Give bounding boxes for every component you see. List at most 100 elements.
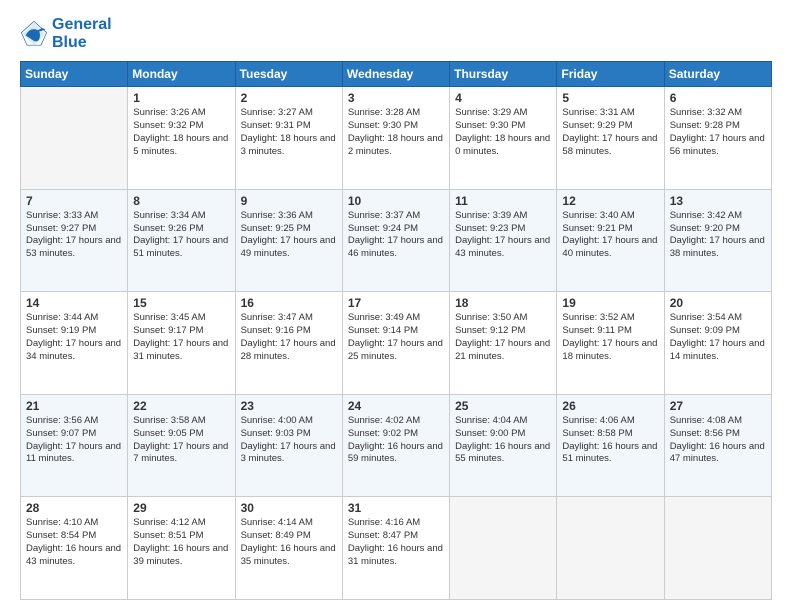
weekday-header-friday: Friday bbox=[557, 62, 664, 87]
day-number: 22 bbox=[133, 399, 229, 413]
day-info: Sunrise: 3:44 AM Sunset: 9:19 PM Dayligh… bbox=[26, 312, 122, 363]
calendar-cell: 21 Sunrise: 3:56 AM Sunset: 9:07 PM Dayli… bbox=[21, 394, 128, 497]
day-info: Sunrise: 4:02 AM Sunset: 9:02 PM Dayligh… bbox=[348, 415, 444, 466]
calendar-cell bbox=[557, 497, 664, 600]
day-number: 11 bbox=[455, 194, 551, 208]
day-info: Sunrise: 3:32 AM Sunset: 9:28 PM Dayligh… bbox=[670, 107, 766, 158]
calendar-cell: 3 Sunrise: 3:28 AM Sunset: 9:30 PM Daylig… bbox=[342, 87, 449, 190]
weekday-header-sunday: Sunday bbox=[21, 62, 128, 87]
calendar-cell: 6 Sunrise: 3:32 AM Sunset: 9:28 PM Daylig… bbox=[664, 87, 771, 190]
calendar-cell: 13 Sunrise: 3:42 AM Sunset: 9:20 PM Dayli… bbox=[664, 189, 771, 292]
calendar-cell: 11Sunrise: 3:39 AM Sunset: 9:23 PM Dayli… bbox=[450, 189, 557, 292]
day-number: 15 bbox=[133, 296, 229, 310]
day-number: 25 bbox=[455, 399, 551, 413]
day-info: Sunrise: 3:29 AM Sunset: 9:30 PM Dayligh… bbox=[455, 107, 551, 158]
day-number: 27 bbox=[670, 399, 766, 413]
day-info: Sunrise: 3:37 AM Sunset: 9:24 PM Dayligh… bbox=[348, 210, 444, 261]
calendar-cell: 27 Sunrise: 4:08 AM Sunset: 8:56 PM Dayli… bbox=[664, 394, 771, 497]
day-info: Sunrise: 4:00 AM Sunset: 9:03 PM Dayligh… bbox=[241, 415, 337, 466]
calendar-cell: 22 Sunrise: 3:58 AM Sunset: 9:05 PM Dayli… bbox=[128, 394, 235, 497]
day-number: 1 bbox=[133, 91, 229, 105]
day-number: 13 bbox=[670, 194, 766, 208]
day-info: Sunrise: 3:54 AM Sunset: 9:09 PM Dayligh… bbox=[670, 312, 766, 363]
day-number: 8 bbox=[133, 194, 229, 208]
day-info: Sunrise: 3:45 AM Sunset: 9:17 PM Dayligh… bbox=[133, 312, 229, 363]
calendar-cell: 31 Sunrise: 4:16 AM Sunset: 8:47 PM Dayli… bbox=[342, 497, 449, 600]
day-number: 6 bbox=[670, 91, 766, 105]
day-number: 30 bbox=[241, 501, 337, 515]
day-number: 29 bbox=[133, 501, 229, 515]
page: General Blue SundayMondayTuesdayWednesda… bbox=[0, 0, 792, 612]
calendar-cell: 1 Sunrise: 3:26 AM Sunset: 9:32 PM Daylig… bbox=[128, 87, 235, 190]
day-number: 20 bbox=[670, 296, 766, 310]
calendar-week-row: 7 Sunrise: 3:33 AM Sunset: 9:27 PM Daylig… bbox=[21, 189, 772, 292]
day-number: 23 bbox=[241, 399, 337, 413]
day-info: Sunrise: 3:42 AM Sunset: 9:20 PM Dayligh… bbox=[670, 210, 766, 261]
day-info: Sunrise: 3:50 AM Sunset: 9:12 PM Dayligh… bbox=[455, 312, 551, 363]
calendar-cell: 14 Sunrise: 3:44 AM Sunset: 9:19 PM Dayli… bbox=[21, 292, 128, 395]
calendar-cell: 9Sunrise: 3:36 AM Sunset: 9:25 PM Daylig… bbox=[235, 189, 342, 292]
day-number: 14 bbox=[26, 296, 122, 310]
day-info: Sunrise: 4:14 AM Sunset: 8:49 PM Dayligh… bbox=[241, 517, 337, 568]
day-info: Sunrise: 3:49 AM Sunset: 9:14 PM Dayligh… bbox=[348, 312, 444, 363]
day-number: 19 bbox=[562, 296, 658, 310]
calendar-cell: 17 Sunrise: 3:49 AM Sunset: 9:14 PM Dayli… bbox=[342, 292, 449, 395]
calendar-week-row: 14 Sunrise: 3:44 AM Sunset: 9:19 PM Dayli… bbox=[21, 292, 772, 395]
calendar-cell: 15 Sunrise: 3:45 AM Sunset: 9:17 PM Dayli… bbox=[128, 292, 235, 395]
calendar-cell: 26Sunrise: 4:06 AM Sunset: 8:58 PM Dayli… bbox=[557, 394, 664, 497]
day-number: 31 bbox=[348, 501, 444, 515]
calendar-cell: 20 Sunrise: 3:54 AM Sunset: 9:09 PM Dayli… bbox=[664, 292, 771, 395]
day-info: Sunrise: 3:52 AM Sunset: 9:11 PM Dayligh… bbox=[562, 312, 658, 363]
calendar-cell: 23 Sunrise: 4:00 AM Sunset: 9:03 PM Dayli… bbox=[235, 394, 342, 497]
day-info: Sunrise: 4:08 AM Sunset: 8:56 PM Dayligh… bbox=[670, 415, 766, 466]
calendar-cell: 10 Sunrise: 3:37 AM Sunset: 9:24 PM Dayli… bbox=[342, 189, 449, 292]
day-number: 26 bbox=[562, 399, 658, 413]
calendar-cell: 5Sunrise: 3:31 AM Sunset: 9:29 PM Daylig… bbox=[557, 87, 664, 190]
calendar-cell: 30 Sunrise: 4:14 AM Sunset: 8:49 PM Dayli… bbox=[235, 497, 342, 600]
calendar-cell: 7 Sunrise: 3:33 AM Sunset: 9:27 PM Daylig… bbox=[21, 189, 128, 292]
logo-text: General Blue bbox=[52, 16, 112, 51]
logo: General Blue bbox=[20, 16, 112, 51]
logo-icon bbox=[20, 20, 48, 48]
weekday-header-wednesday: Wednesday bbox=[342, 62, 449, 87]
day-info: Sunrise: 4:10 AM Sunset: 8:54 PM Dayligh… bbox=[26, 517, 122, 568]
day-number: 18 bbox=[455, 296, 551, 310]
day-number: 4 bbox=[455, 91, 551, 105]
calendar-cell: 12Sunrise: 3:40 AM Sunset: 9:21 PM Dayli… bbox=[557, 189, 664, 292]
calendar-cell bbox=[450, 497, 557, 600]
day-info: Sunrise: 3:58 AM Sunset: 9:05 PM Dayligh… bbox=[133, 415, 229, 466]
calendar-week-row: 21 Sunrise: 3:56 AM Sunset: 9:07 PM Dayli… bbox=[21, 394, 772, 497]
day-info: Sunrise: 3:26 AM Sunset: 9:32 PM Dayligh… bbox=[133, 107, 229, 158]
day-info: Sunrise: 4:16 AM Sunset: 8:47 PM Dayligh… bbox=[348, 517, 444, 568]
header: General Blue bbox=[20, 16, 772, 51]
day-number: 10 bbox=[348, 194, 444, 208]
day-info: Sunrise: 3:47 AM Sunset: 9:16 PM Dayligh… bbox=[241, 312, 337, 363]
calendar-cell: 4 Sunrise: 3:29 AM Sunset: 9:30 PM Daylig… bbox=[450, 87, 557, 190]
day-info: Sunrise: 4:04 AM Sunset: 9:00 PM Dayligh… bbox=[455, 415, 551, 466]
day-info: Sunrise: 3:28 AM Sunset: 9:30 PM Dayligh… bbox=[348, 107, 444, 158]
weekday-header-thursday: Thursday bbox=[450, 62, 557, 87]
calendar-cell: 18 Sunrise: 3:50 AM Sunset: 9:12 PM Dayli… bbox=[450, 292, 557, 395]
day-number: 21 bbox=[26, 399, 122, 413]
weekday-header-row: SundayMondayTuesdayWednesdayThursdayFrid… bbox=[21, 62, 772, 87]
day-info: Sunrise: 3:56 AM Sunset: 9:07 PM Dayligh… bbox=[26, 415, 122, 466]
calendar-week-row: 1 Sunrise: 3:26 AM Sunset: 9:32 PM Daylig… bbox=[21, 87, 772, 190]
day-info: Sunrise: 3:33 AM Sunset: 9:27 PM Dayligh… bbox=[26, 210, 122, 261]
day-number: 17 bbox=[348, 296, 444, 310]
day-number: 9 bbox=[241, 194, 337, 208]
day-info: Sunrise: 4:12 AM Sunset: 8:51 PM Dayligh… bbox=[133, 517, 229, 568]
day-info: Sunrise: 3:40 AM Sunset: 9:21 PM Dayligh… bbox=[562, 210, 658, 261]
day-number: 16 bbox=[241, 296, 337, 310]
day-number: 2 bbox=[241, 91, 337, 105]
calendar-table: SundayMondayTuesdayWednesdayThursdayFrid… bbox=[20, 61, 772, 600]
calendar-cell: 28Sunrise: 4:10 AM Sunset: 8:54 PM Dayli… bbox=[21, 497, 128, 600]
calendar-cell: 25 Sunrise: 4:04 AM Sunset: 9:00 PM Dayli… bbox=[450, 394, 557, 497]
day-number: 7 bbox=[26, 194, 122, 208]
calendar-cell: 2Sunrise: 3:27 AM Sunset: 9:31 PM Daylig… bbox=[235, 87, 342, 190]
calendar-cell: 24Sunrise: 4:02 AM Sunset: 9:02 PM Dayli… bbox=[342, 394, 449, 497]
weekday-header-tuesday: Tuesday bbox=[235, 62, 342, 87]
calendar-cell bbox=[21, 87, 128, 190]
calendar-cell: 19 Sunrise: 3:52 AM Sunset: 9:11 PM Dayli… bbox=[557, 292, 664, 395]
day-number: 3 bbox=[348, 91, 444, 105]
calendar-week-row: 28Sunrise: 4:10 AM Sunset: 8:54 PM Dayli… bbox=[21, 497, 772, 600]
